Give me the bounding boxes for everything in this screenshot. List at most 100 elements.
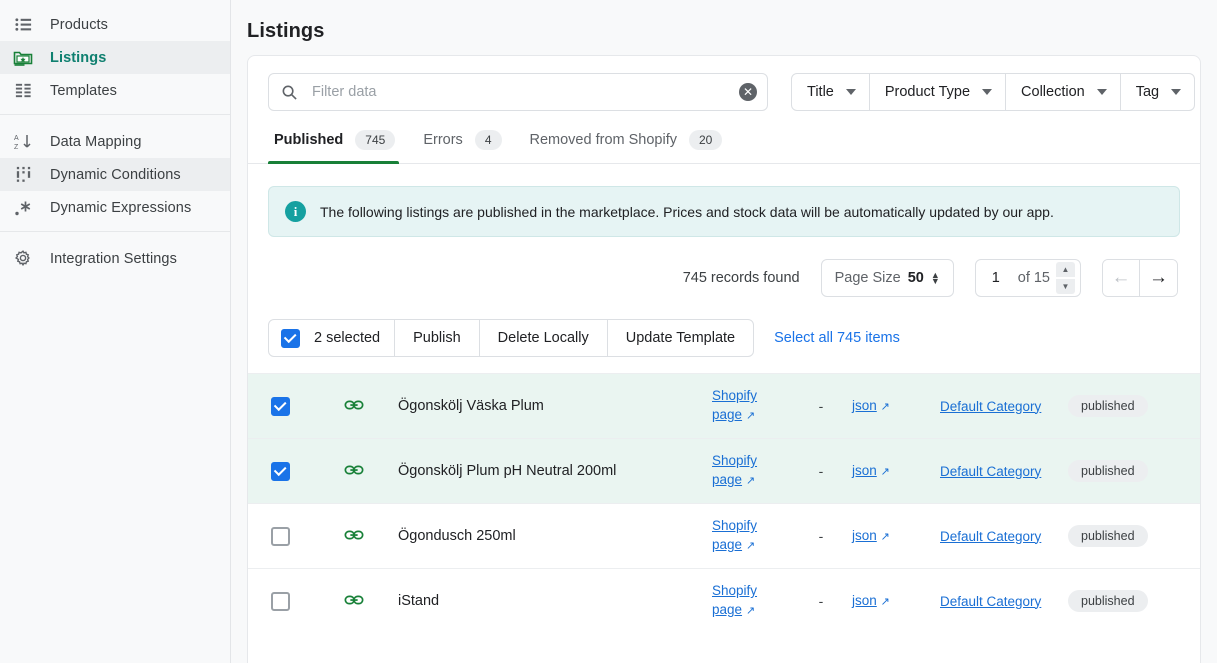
filter-collection-dropdown[interactable]: Collection bbox=[1006, 73, 1121, 111]
checkbox-icon[interactable] bbox=[270, 526, 290, 546]
table-row[interactable]: Ögondusch 250ml Shopify page ↗ - json ↗ … bbox=[248, 503, 1200, 568]
select-all-checkbox-cell[interactable]: 2 selected bbox=[269, 320, 394, 356]
sidebar-item-dynamic-conditions[interactable]: Dynamic Conditions bbox=[0, 158, 230, 191]
search-input[interactable] bbox=[310, 83, 739, 101]
row-link-icon-cell[interactable] bbox=[310, 525, 398, 548]
external-link-icon[interactable]: ↗ bbox=[881, 466, 890, 478]
page-title: Listings bbox=[247, 20, 325, 42]
row-category-cell[interactable]: Default Category bbox=[940, 527, 1068, 546]
row-category-cell[interactable]: Default Category bbox=[940, 592, 1068, 611]
link-chain-icon[interactable] bbox=[344, 460, 364, 483]
arrow-left-icon[interactable]: ← bbox=[1103, 260, 1140, 296]
tab-count-badge: 20 bbox=[688, 130, 723, 150]
filter-product-type-dropdown[interactable]: Product Type bbox=[869, 73, 1007, 111]
row-category-cell[interactable]: Default Category bbox=[940, 462, 1068, 481]
sidebar-item-dynamic-expressions[interactable]: Dynamic Expressions bbox=[0, 191, 230, 224]
records-found-label: 745 records found bbox=[682, 270, 800, 286]
link-chain-icon[interactable] bbox=[344, 590, 364, 613]
search-field[interactable]: ✕ bbox=[268, 73, 768, 111]
row-category-cell[interactable]: Default Category bbox=[940, 397, 1068, 416]
row-link-icon-cell[interactable] bbox=[310, 460, 398, 483]
row-checkbox-cell[interactable] bbox=[248, 396, 310, 416]
arrow-right-icon[interactable]: → bbox=[1140, 260, 1177, 296]
sort-az-icon: A Z bbox=[10, 132, 36, 152]
chevron-up-icon[interactable]: ▲ bbox=[1056, 262, 1075, 277]
page-size-select[interactable]: Page Size 50 ▲ ▼ bbox=[820, 259, 954, 297]
row-status-cell: published bbox=[1068, 460, 1180, 482]
external-link-icon[interactable]: ↗ bbox=[746, 605, 755, 617]
tab-removed-from-shopify[interactable]: Removed from Shopify 20 bbox=[524, 130, 745, 163]
row-title: Ögonskölj Plum pH Neutral 200ml bbox=[398, 463, 617, 479]
row-shopify-link-cell[interactable]: Shopify page ↗ bbox=[712, 386, 790, 426]
checkbox-icon[interactable] bbox=[270, 396, 290, 416]
info-banner-wrap: i The following listings are published i… bbox=[248, 164, 1200, 237]
status-badge: published bbox=[1068, 525, 1148, 547]
sidebar-item-label: Products bbox=[50, 16, 109, 33]
json-link[interactable]: json bbox=[852, 463, 877, 478]
checkbox-icon[interactable] bbox=[281, 328, 300, 348]
button-label: Publish bbox=[413, 330, 461, 346]
external-link-icon[interactable]: ↗ bbox=[746, 475, 755, 487]
external-link-icon[interactable]: ↗ bbox=[881, 531, 890, 543]
row-json-link-cell[interactable]: json ↗ bbox=[852, 591, 940, 612]
sidebar-item-products[interactable]: Products bbox=[0, 8, 230, 41]
table-row[interactable]: Ögonskölj Väska Plum Shopify page ↗ - js… bbox=[248, 373, 1200, 438]
asterisk-icon bbox=[10, 198, 36, 218]
external-link-icon[interactable]: ↗ bbox=[881, 596, 890, 608]
page-stepper[interactable]: ▲ ▼ bbox=[1056, 262, 1075, 294]
filter-title-dropdown[interactable]: Title bbox=[791, 73, 870, 111]
sidebar-item-templates[interactable]: Templates bbox=[0, 74, 230, 107]
sidebar-item-integration-settings[interactable]: Integration Settings bbox=[0, 242, 230, 275]
update-template-button[interactable]: Update Template bbox=[606, 320, 753, 356]
category-link[interactable]: Default Category bbox=[940, 399, 1041, 414]
table-row[interactable]: Ögonskölj Plum pH Neutral 200ml Shopify … bbox=[248, 438, 1200, 503]
sidebar-item-label: Data Mapping bbox=[50, 133, 142, 150]
row-link-icon-cell[interactable] bbox=[310, 590, 398, 613]
clear-circle-icon[interactable]: ✕ bbox=[739, 83, 757, 101]
category-link[interactable]: Default Category bbox=[940, 464, 1041, 479]
external-link-icon[interactable]: ↗ bbox=[746, 410, 755, 422]
row-shopify-link-cell[interactable]: Shopify page ↗ bbox=[712, 581, 790, 621]
row-json-link-cell[interactable]: json ↗ bbox=[852, 526, 940, 547]
main-content: Listings ✕ Title bbox=[231, 0, 1217, 663]
filter-tag-dropdown[interactable]: Tag bbox=[1120, 73, 1196, 111]
tab-errors[interactable]: Errors 4 bbox=[417, 130, 523, 163]
chevron-down-icon bbox=[845, 89, 856, 95]
search-icon bbox=[281, 84, 298, 101]
tab-active-underline bbox=[268, 161, 400, 164]
page-number-control[interactable]: of 15 ▲ ▼ bbox=[974, 259, 1081, 297]
row-json-link-cell[interactable]: json ↗ bbox=[852, 396, 940, 417]
tab-count-badge: 745 bbox=[355, 130, 396, 150]
link-chain-icon[interactable] bbox=[344, 395, 364, 418]
external-link-icon[interactable]: ↗ bbox=[746, 540, 755, 552]
link-chain-icon[interactable] bbox=[344, 525, 364, 548]
json-link[interactable]: json bbox=[852, 528, 877, 543]
page-number-input[interactable] bbox=[989, 269, 1010, 287]
row-checkbox-cell[interactable] bbox=[248, 591, 310, 611]
table-row[interactable]: iStand Shopify page ↗ - json ↗ Default C… bbox=[248, 568, 1200, 633]
checkbox-icon[interactable] bbox=[270, 461, 290, 481]
chevron-down-icon[interactable]: ▼ bbox=[1056, 279, 1075, 294]
json-link[interactable]: json bbox=[852, 398, 877, 413]
selected-count-label: 2 selected bbox=[314, 330, 381, 346]
sidebar-item-data-mapping[interactable]: A Z Data Mapping bbox=[0, 125, 230, 158]
button-label: Update Template bbox=[625, 330, 736, 346]
publish-button[interactable]: Publish bbox=[394, 320, 479, 356]
row-checkbox-cell[interactable] bbox=[248, 526, 310, 546]
sidebar-item-listings[interactable]: Listings bbox=[0, 41, 230, 74]
page-total-label: of 15 bbox=[1017, 270, 1050, 286]
json-link[interactable]: json bbox=[852, 593, 877, 608]
select-all-items-link[interactable]: Select all 745 items bbox=[774, 330, 900, 346]
category-link[interactable]: Default Category bbox=[940, 594, 1041, 609]
row-shopify-link-cell[interactable]: Shopify page ↗ bbox=[712, 451, 790, 491]
row-status-cell: published bbox=[1068, 590, 1180, 612]
row-link-icon-cell[interactable] bbox=[310, 395, 398, 418]
external-link-icon[interactable]: ↗ bbox=[881, 401, 890, 413]
category-link[interactable]: Default Category bbox=[940, 529, 1041, 544]
delete-locally-button[interactable]: Delete Locally bbox=[478, 320, 607, 356]
row-shopify-link-cell[interactable]: Shopify page ↗ bbox=[712, 516, 790, 556]
tab-published[interactable]: Published 745 bbox=[268, 130, 417, 164]
row-json-link-cell[interactable]: json ↗ bbox=[852, 461, 940, 482]
checkbox-icon[interactable] bbox=[270, 591, 290, 611]
row-checkbox-cell[interactable] bbox=[248, 461, 310, 481]
